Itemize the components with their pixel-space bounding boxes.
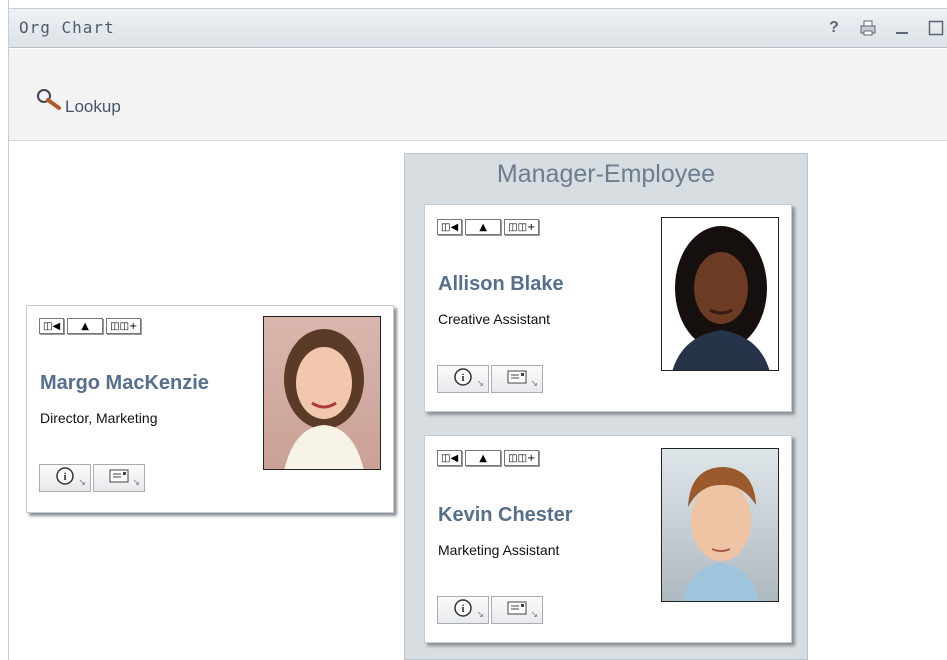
card-actions: i ↘ ↘ [39,464,145,492]
card-actions: i ↘ ↘ [437,596,543,624]
dropdown-arrow-icon: ↘ [476,609,484,619]
manager-arrow-icon[interactable]: ◫◀ [437,219,463,235]
up-arrow-icon[interactable]: ▲ [67,318,104,334]
person-photo [263,316,381,470]
maximize-icon[interactable] [925,17,947,39]
person-name[interactable]: Kevin Chester [438,504,573,527]
email-icon [507,601,527,620]
dropdown-arrow-icon: ↘ [78,477,86,487]
reports-plus-icon[interactable]: ◫◫+ [504,219,540,235]
minimize-icon[interactable] [891,17,913,39]
dropdown-arrow-icon: ↘ [132,477,140,487]
info-icon: i [454,367,472,391]
person-title: Director, Marketing [40,410,158,426]
info-icon: i [56,466,74,490]
manager-arrow-icon[interactable]: ◫◀ [437,450,463,466]
info-button[interactable]: i ↘ [39,464,91,492]
dropdown-arrow-icon: ↘ [530,609,538,619]
card-nav-buttons: ◫◀ ▲ ◫◫+ [437,450,540,466]
lookup-label: Lookup [65,97,121,116]
svg-text:i: i [63,471,66,483]
window-frame [0,0,9,660]
portlet-titlebar: Org Chart ? [9,8,947,48]
org-chart-toolbar: Lookup [9,49,947,141]
email-icon [507,370,527,389]
manager-arrow-icon[interactable]: ◫◀ [39,318,65,334]
email-button[interactable]: ↘ [93,464,145,492]
person-card-margo: ◫◀ ▲ ◫◫+ Margo MacKenzie Director, Marke… [26,305,394,513]
up-arrow-icon[interactable]: ▲ [465,219,502,235]
print-icon[interactable] [857,17,879,39]
magnifier-icon [35,88,63,117]
card-nav-buttons: ◫◀ ▲ ◫◫+ [437,219,540,235]
person-title: Creative Assistant [438,311,551,327]
up-arrow-icon[interactable]: ▲ [465,450,502,466]
window-tools: ? [823,17,947,39]
info-icon: i [454,598,472,622]
reports-plus-icon[interactable]: ◫◫+ [106,318,142,334]
email-icon [109,469,129,488]
info-button[interactable]: i ↘ [437,596,489,624]
info-button[interactable]: i ↘ [437,365,489,393]
email-button[interactable]: ↘ [491,365,543,393]
email-button[interactable]: ↘ [491,596,543,624]
person-photo [661,448,779,602]
card-nav-buttons: ◫◀ ▲ ◫◫+ [39,318,142,334]
person-name[interactable]: Allison Blake [438,273,564,296]
person-card-allison: ◫◀ ▲ ◫◫+ Allison Blake Creative Assistan… [424,204,792,412]
panel-heading: Manager-Employee [496,160,716,188]
portlet-title: Org Chart [19,18,115,37]
person-card-kevin: ◫◀ ▲ ◫◫+ Kevin Chester Marketing Assista… [424,435,792,643]
reports-plus-icon[interactable]: ◫◫+ [504,450,540,466]
svg-text:i: i [461,372,464,384]
dropdown-arrow-icon: ↘ [530,378,538,388]
person-name[interactable]: Margo MacKenzie [40,372,209,395]
person-photo [661,217,779,371]
dropdown-arrow-icon: ↘ [476,378,484,388]
svg-text:i: i [461,603,464,615]
help-icon[interactable]: ? [823,17,845,39]
card-actions: i ↘ ↘ [437,365,543,393]
person-title: Marketing Assistant [438,542,560,558]
lookup-button[interactable]: Lookup [35,81,121,117]
